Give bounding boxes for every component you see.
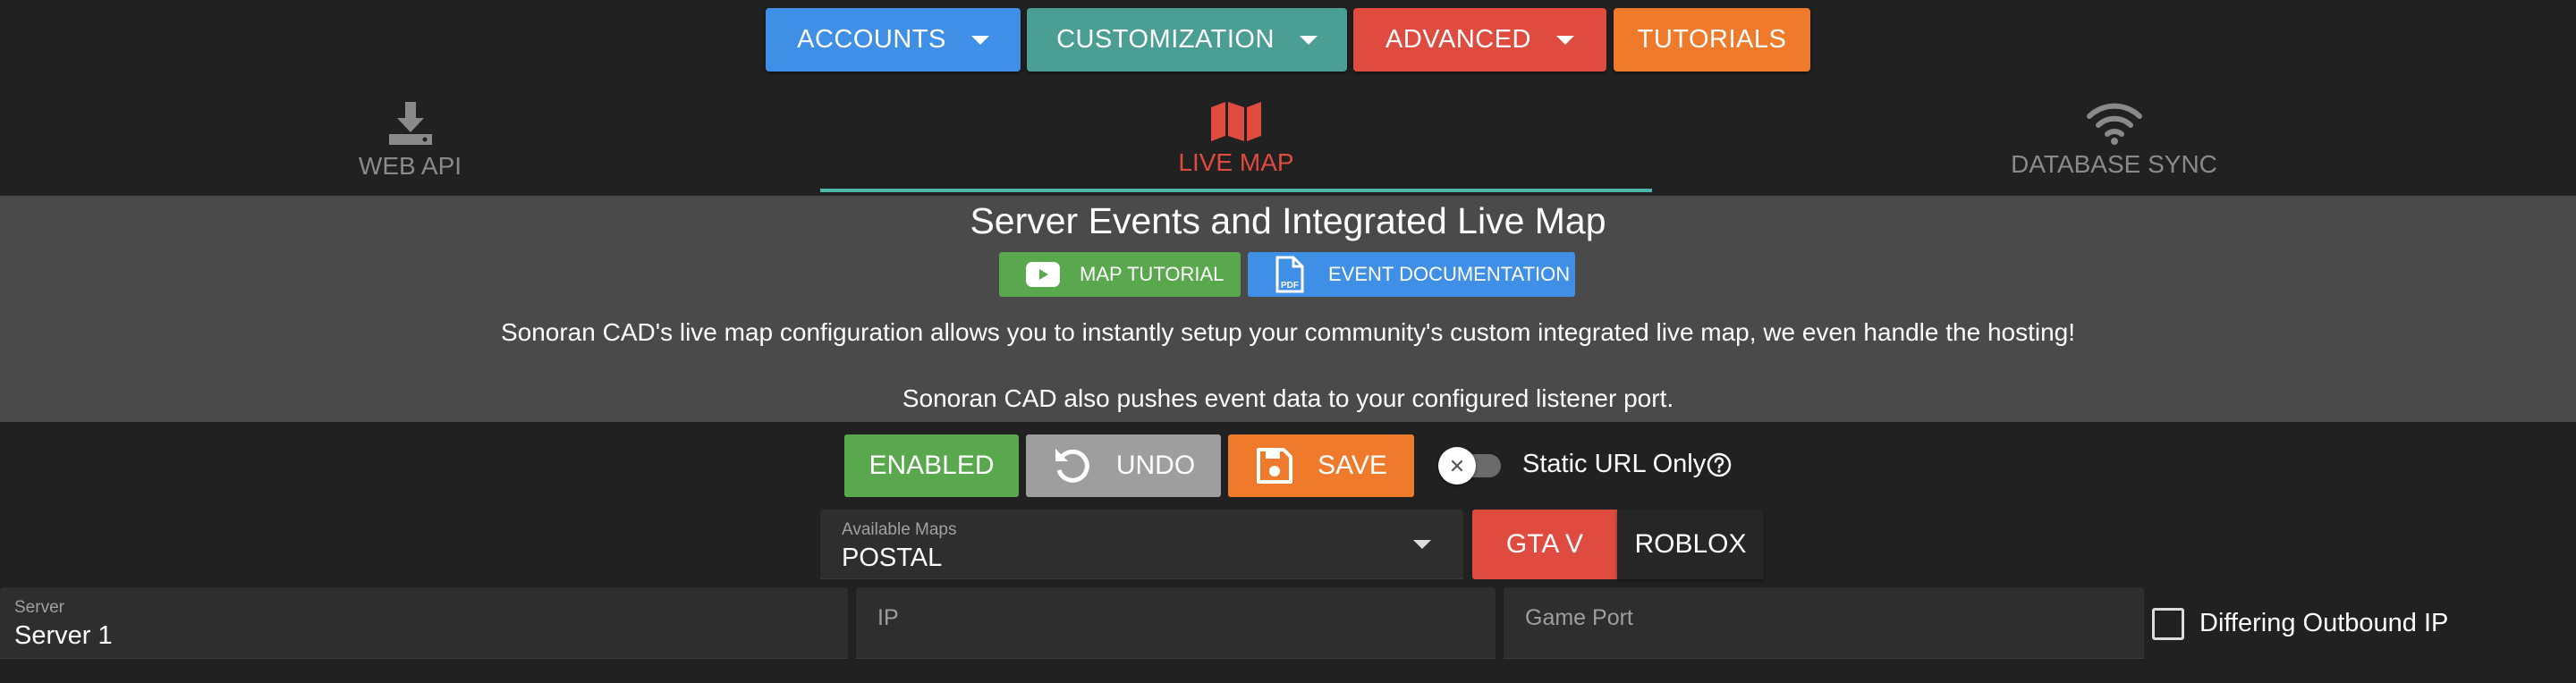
pdf-badge-text: PDF	[1281, 281, 1299, 291]
game-port-input[interactable]: Game Port	[1504, 587, 2144, 659]
available-maps-select[interactable]: Available Maps POSTAL	[820, 510, 1463, 579]
download-icon	[388, 102, 432, 145]
help-icon[interactable]	[1706, 451, 1733, 478]
accounts-menu-button[interactable]: ACCOUNTS	[766, 8, 1021, 72]
undo-label: UNDO	[1115, 451, 1196, 480]
server-select[interactable]: Server Server 1	[0, 587, 848, 659]
tab-live-map[interactable]: LIVE MAP	[820, 89, 1652, 195]
ip-input[interactable]: IP	[856, 587, 1496, 659]
event-documentation-label: EVENT DOCUMENTATION	[1328, 263, 1571, 285]
description-event-data: Sonoran CAD also pushes event data to yo…	[902, 384, 1674, 412]
customization-label: CUSTOMIZATION	[1056, 25, 1275, 54]
save-icon	[1257, 448, 1293, 484]
differing-outbound-ip-checkbox[interactable]	[2152, 608, 2184, 640]
map-tutorial-button[interactable]: MAP TUTORIAL	[999, 252, 1241, 297]
chevron-down-icon	[1413, 540, 1431, 549]
tab-web-api[interactable]: WEB API	[0, 89, 820, 195]
map-option-roblox[interactable]: ROBLOX	[1617, 510, 1764, 579]
accounts-label: ACCOUNTS	[797, 25, 946, 54]
close-icon	[1451, 460, 1463, 472]
tab-label: WEB API	[358, 152, 462, 180]
enabled-label: ENABLED	[869, 451, 995, 480]
enabled-button[interactable]: ENABLED	[844, 434, 1019, 497]
map-tutorial-label: MAP TUTORIAL	[1080, 263, 1224, 285]
undo-button[interactable]: UNDO	[1026, 434, 1221, 497]
wifi-icon	[2086, 103, 2142, 145]
event-documentation-button[interactable]: PDF EVENT DOCUMENTATION	[1248, 252, 1575, 297]
game-port-placeholder: Game Port	[1525, 605, 1633, 630]
undo-icon	[1055, 449, 1089, 483]
customization-menu-button[interactable]: CUSTOMIZATION	[1027, 8, 1347, 72]
map-option-label: ROBLOX	[1634, 529, 1747, 559]
save-button[interactable]: SAVE	[1228, 434, 1414, 497]
server-value: Server 1	[14, 621, 113, 650]
chevron-down-icon	[970, 35, 989, 45]
server-label: Server	[14, 598, 64, 617]
description-live-map: Sonoran CAD's live map configuration all…	[500, 318, 2076, 346]
static-url-label: Static URL Only	[1522, 450, 1707, 478]
map-option-label: GTA V	[1505, 529, 1584, 559]
available-maps-label: Available Maps	[842, 520, 957, 539]
map-option-gta-v[interactable]: GTA V	[1472, 510, 1617, 579]
save-label: SAVE	[1318, 451, 1387, 480]
advanced-menu-button[interactable]: ADVANCED	[1353, 8, 1606, 72]
tutorials-label: TUTORIALS	[1637, 25, 1787, 54]
tab-label: LIVE MAP	[1178, 148, 1294, 176]
youtube-icon	[1026, 262, 1060, 287]
static-url-toggle-knob[interactable]	[1438, 447, 1476, 485]
chevron-down-icon	[1556, 35, 1574, 45]
chevron-down-icon	[1299, 35, 1318, 45]
tab-database-sync[interactable]: DATABASE SYNC	[1652, 89, 2576, 195]
differing-outbound-ip-label: Differing Outbound IP	[2199, 609, 2449, 637]
available-maps-value: POSTAL	[842, 544, 943, 572]
advanced-label: ADVANCED	[1385, 25, 1531, 54]
map-icon	[1211, 102, 1261, 141]
tab-label: DATABASE SYNC	[2011, 150, 2217, 178]
page-title: Server Events and Integrated Live Map	[970, 200, 1606, 241]
active-tab-indicator	[820, 189, 1652, 192]
tutorials-button[interactable]: TUTORIALS	[1614, 8, 1810, 72]
ip-placeholder: IP	[877, 605, 899, 630]
pdf-file-icon: PDF	[1275, 256, 1304, 293]
